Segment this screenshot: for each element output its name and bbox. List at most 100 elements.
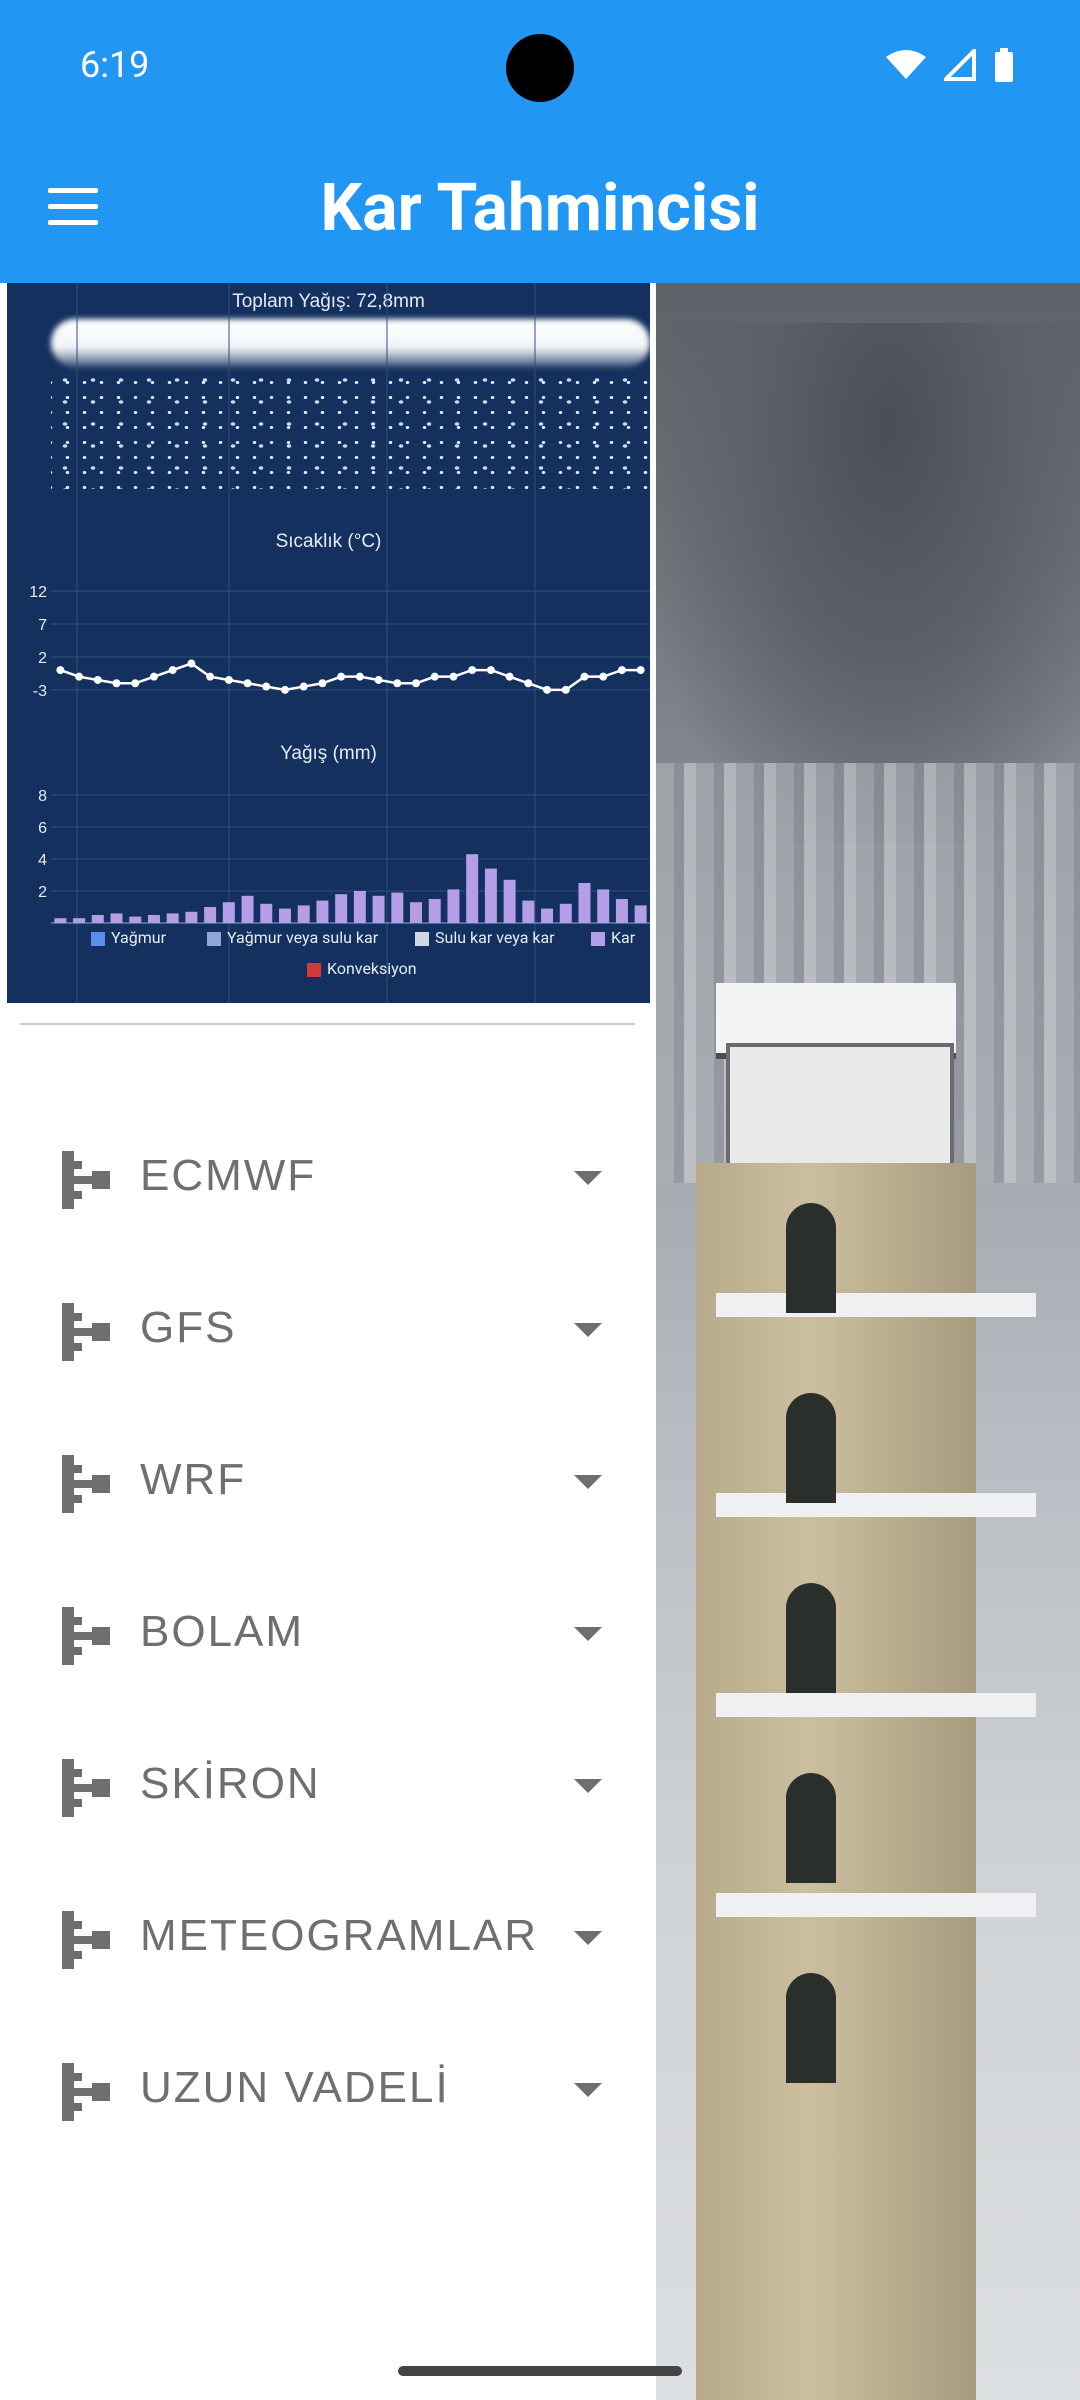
- precipitation-bar: [391, 892, 404, 923]
- temperature-point: [206, 672, 215, 681]
- temperature-point: [374, 675, 383, 684]
- temperature-point: [280, 685, 289, 694]
- temperature-point: [318, 679, 327, 688]
- nav-item-ecmwf[interactable]: ECMWF: [0, 1123, 656, 1223]
- temperature-point: [168, 666, 177, 675]
- temperature-point: [617, 666, 626, 675]
- temperature-point: [93, 675, 102, 684]
- tree-structure-icon: [62, 1607, 110, 1665]
- temperature-point: [112, 679, 121, 688]
- temperature-point: [486, 666, 495, 675]
- photo-tower-window: [786, 1773, 836, 1883]
- photo-tower-window: [786, 1583, 836, 1693]
- temperature-point: [524, 679, 533, 688]
- nav-item-uzun-vadeli[interactable]: UZUN VADELİ: [0, 2035, 656, 2135]
- nav-item-gfs[interactable]: GFS: [0, 1275, 656, 1375]
- legend-item-rain-sleet: Yağmur veya sulu kar: [207, 928, 378, 947]
- photo-tower-ledge: [716, 1493, 1036, 1517]
- nav-item-label: SKİRON: [140, 1759, 321, 1808]
- nav-item-meteogramlar[interactable]: METEOGRAMLAR: [0, 1883, 656, 1983]
- nav-item-wrf[interactable]: WRF: [0, 1427, 656, 1527]
- nav-item-label: BOLAM: [140, 1607, 305, 1656]
- temperature-point: [412, 679, 421, 688]
- temperature-point: [393, 679, 402, 688]
- chevron-down-icon[interactable]: [574, 1171, 602, 1185]
- signal-icon: [944, 49, 976, 81]
- temperature-line: [59, 662, 641, 692]
- precip-tick-label: 8: [38, 788, 47, 805]
- nav-item-label: UZUN VADELİ: [140, 2063, 450, 2112]
- precipitation-bar: [503, 879, 516, 923]
- precipitation-bar: [466, 854, 479, 923]
- photo-tower-window: [786, 1973, 836, 2083]
- temperature-point: [262, 682, 271, 691]
- precipitation-bar: [316, 900, 329, 923]
- precipitation-bar: [541, 908, 554, 923]
- chevron-down-icon[interactable]: [574, 1931, 602, 1945]
- nav-item-bolam[interactable]: BOLAM: [0, 1579, 656, 1679]
- precipitation-bar: [297, 905, 310, 923]
- tree-structure-icon: [62, 2063, 110, 2121]
- temperature-point: [187, 659, 196, 668]
- temperature-point: [149, 672, 158, 681]
- chevron-down-icon[interactable]: [574, 1779, 602, 1793]
- home-indicator[interactable]: [398, 2366, 682, 2376]
- photo-tower-window: [786, 1203, 836, 1313]
- precip-tick-label: 6: [38, 820, 47, 837]
- precipitation-bar: [353, 891, 366, 923]
- photo-tower-window: [786, 1393, 836, 1503]
- precipitation-bar: [578, 883, 591, 923]
- precipitation-bar: [260, 903, 273, 923]
- temp-tick-label: -3: [33, 683, 47, 700]
- photo-tower-ledge: [716, 1293, 1036, 1317]
- temperature-point: [430, 672, 439, 681]
- temperature-point: [243, 679, 252, 688]
- precipitation-bar: [428, 899, 441, 923]
- meteogram-chart: Toplam Yağış: 72,8mm Sıcaklık (°C) Yağış…: [7, 283, 650, 1003]
- tree-structure-icon: [62, 1455, 110, 1513]
- status-bar: 6:19: [0, 0, 1080, 140]
- photo-tower-ledge: [716, 1693, 1036, 1717]
- precip-tick-label: 4: [38, 852, 47, 869]
- precipitation-bar: [73, 918, 86, 923]
- chevron-down-icon[interactable]: [574, 1627, 602, 1641]
- status-time: 6:19: [80, 44, 150, 86]
- precipitation-bar: [110, 913, 123, 923]
- photo-clock-tower: [696, 1163, 1036, 2400]
- precipitation-bar: [335, 894, 348, 923]
- chevron-down-icon[interactable]: [574, 1475, 602, 1489]
- drawer-divider: [20, 1023, 635, 1025]
- nav-item-label: ECMWF: [140, 1151, 317, 1200]
- chart-plot: 12 7 2 -3 8 6 4 2: [29, 283, 650, 1003]
- legend-item-sleet-snow: Sulu kar veya kar: [415, 928, 555, 947]
- navigation-drawer: Toplam Yağış: 72,8mm Sıcaklık (°C) Yağış…: [0, 283, 656, 2400]
- nav-item-skiron[interactable]: SKİRON: [0, 1731, 656, 1831]
- precipitation-bar: [185, 911, 198, 923]
- wifi-icon: [886, 50, 926, 79]
- battery-icon: [995, 48, 1013, 82]
- temperature-point: [337, 672, 346, 681]
- precipitation-bar: [634, 905, 647, 923]
- legend-item-convection: Konveksiyon: [307, 959, 417, 978]
- precipitation-bar: [129, 916, 142, 923]
- precipitation-bar: [241, 895, 254, 923]
- temperature-point: [599, 672, 608, 681]
- legend-item-snow: Kar: [591, 928, 635, 947]
- chevron-down-icon[interactable]: [574, 2083, 602, 2097]
- precipitation-bar: [147, 915, 160, 923]
- temperature-point: [636, 666, 645, 675]
- precipitation-bar: [278, 908, 291, 923]
- app-title: Kar Tahmincisi: [320, 170, 760, 247]
- tree-structure-icon: [62, 1911, 110, 1969]
- camera-cutout: [506, 34, 574, 102]
- nav-item-label: GFS: [140, 1303, 237, 1352]
- tree-structure-icon: [62, 1303, 110, 1361]
- tree-structure-icon: [62, 1151, 110, 1209]
- precipitation-bar: [484, 868, 497, 923]
- precipitation-bar: [204, 907, 217, 923]
- background-photo: [656, 283, 1080, 2400]
- precipitation-bar: [410, 902, 423, 923]
- temperature-point: [505, 672, 514, 681]
- precipitation-bar: [559, 903, 572, 923]
- chevron-down-icon[interactable]: [574, 1323, 602, 1337]
